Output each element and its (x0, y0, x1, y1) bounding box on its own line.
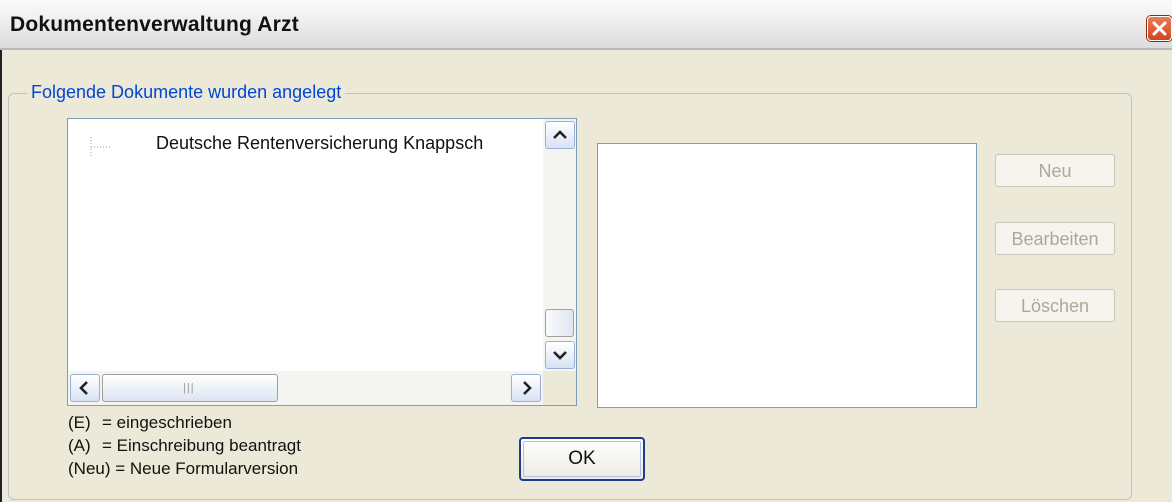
delete-button[interactable]: Löschen (995, 289, 1115, 322)
close-icon (1152, 21, 1167, 36)
legend-text: = Neue Formularversion (115, 459, 299, 478)
document-tree[interactable]: Deutsche Rentenversicherung Knappsch ||| (67, 118, 577, 406)
scrollbar-corner (543, 371, 576, 405)
group-label: Folgende Dokumente wurden angelegt (27, 82, 346, 103)
legend-key: (E) (68, 413, 91, 432)
chevron-right-icon (523, 381, 532, 395)
tree-connector-line (90, 137, 110, 156)
chevron-down-icon (553, 351, 567, 360)
chevron-up-icon (553, 130, 567, 139)
scroll-down-button[interactable] (545, 341, 575, 369)
legend-key: (Neu) (68, 459, 111, 478)
legend-key: (A) (68, 436, 91, 455)
vertical-scrollbar[interactable] (543, 119, 576, 371)
scroll-left-button[interactable] (70, 374, 100, 402)
legend-text: = Einschreibung beantragt (102, 436, 301, 455)
legend-line-e: (E) = eingeschrieben (68, 413, 232, 433)
new-button[interactable]: Neu (995, 154, 1115, 187)
scroll-up-button[interactable] (545, 121, 575, 149)
horizontal-scroll-thumb[interactable]: ||| (102, 374, 278, 402)
dialog-window: Dokumentenverwaltung Arzt Folgende Dokum… (0, 0, 1172, 502)
scroll-grip: ||| (183, 382, 195, 394)
window-title: Dokumentenverwaltung Arzt (10, 13, 299, 36)
legend-line-a: (A) = Einschreibung beantragt (68, 436, 301, 456)
detail-listbox[interactable] (597, 143, 977, 408)
ok-button[interactable]: OK (519, 437, 645, 481)
vertical-scroll-thumb[interactable] (545, 309, 574, 337)
chevron-left-icon (79, 381, 88, 395)
scroll-right-button[interactable] (511, 374, 541, 402)
title-bar[interactable]: Dokumentenverwaltung Arzt (0, 0, 1172, 50)
legend-line-neu: (Neu) = Neue Formularversion (68, 459, 298, 479)
legend-text: = eingeschrieben (102, 413, 232, 432)
tree-item[interactable]: Deutsche Rentenversicherung Knappsch (156, 133, 544, 154)
window-left-border (0, 48, 2, 502)
horizontal-scrollbar[interactable]: ||| (68, 371, 543, 405)
close-button[interactable] (1147, 16, 1172, 41)
edit-button[interactable]: Bearbeiten (995, 222, 1115, 255)
